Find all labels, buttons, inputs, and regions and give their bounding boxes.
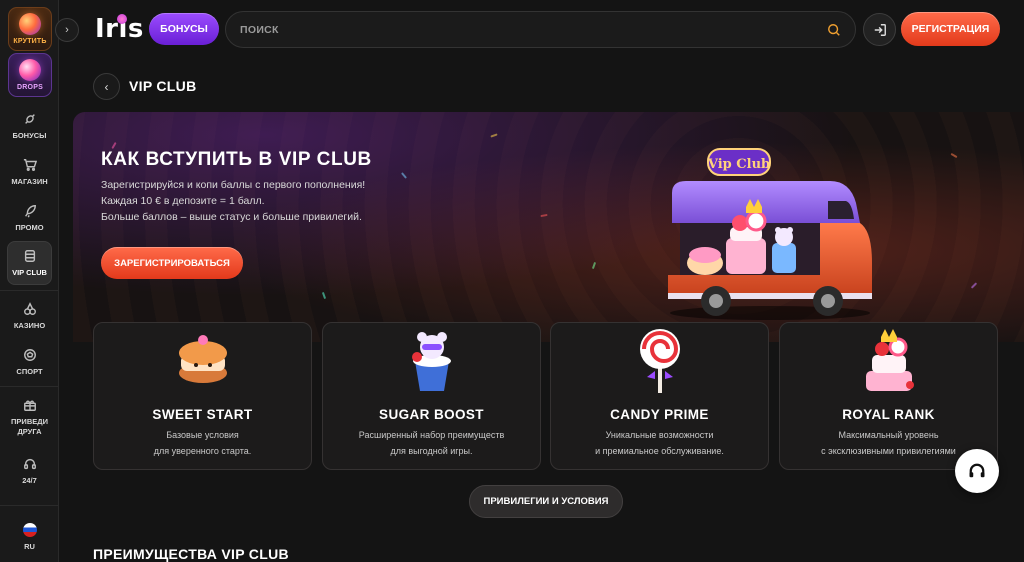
logo-candy-icon — [117, 14, 127, 24]
bonuses-button[interactable]: БОНУСЫ — [149, 13, 219, 45]
sprinkle-decoration — [111, 141, 117, 150]
hero-text-line: Зарегистрируйся и копи баллы с первого п… — [101, 179, 366, 191]
sidebar-item-invite-friend[interactable]: ПРИВЕДИ ДРУГА — [0, 393, 59, 441]
hero-banner — [73, 112, 1024, 342]
truck-sign-text: Vip Club — [707, 157, 770, 172]
tier-description: Уникальные возможности — [605, 430, 714, 440]
rocket-icon — [24, 204, 36, 217]
tier-name: CANDY PRIME — [610, 407, 709, 422]
sprinkle-decoration — [490, 133, 498, 138]
chevron-left-icon: ‹ — [104, 79, 109, 94]
sidebar-item-label: ПРОМО — [15, 222, 44, 232]
sidebar-item-label: VIP CLUB — [12, 267, 47, 277]
tier-card-royal-rank[interactable]: ROYAL RANK Максимальный уровень с эксклю… — [779, 322, 998, 470]
tier-name: ROYAL RANK — [842, 407, 935, 422]
hero-text-line: Каждая 10 € в депозите = 1 балл. — [101, 195, 265, 207]
logo[interactable]: Iris — [95, 14, 144, 44]
layers-icon — [24, 249, 35, 262]
tier-card-sugar-boost[interactable]: SUGAR BOOST Расширенный набор преимущест… — [322, 322, 541, 470]
page-title: VIP CLUB — [129, 78, 197, 94]
sidebar-item-bonuses[interactable]: БОНУСЫ — [0, 104, 59, 148]
macaron-icon — [178, 335, 227, 383]
tier-card-candy-prime[interactable]: CANDY PRIME Уникальные возможности и пре… — [550, 322, 769, 470]
ball-icon — [23, 348, 36, 361]
spin-label: КРУТИТЬ — [13, 38, 47, 45]
privileges-button[interactable]: ПРИВИЛЕГИИ И УСЛОВИЯ — [469, 485, 623, 518]
sidebar-divider — [0, 505, 59, 506]
sidebar-item-label: КАЗИНО — [13, 320, 46, 330]
search-input[interactable] — [240, 23, 827, 36]
tier-description: Максимальный уровень — [838, 430, 939, 440]
lollipop-icon — [639, 329, 680, 393]
sidebar: КРУТИТЬ DROPS БОНУСЫ МАГАЗИН ПРОМО VIP C… — [0, 0, 59, 562]
tier-description: для выгодной игры. — [390, 446, 473, 456]
sprinkle-decoration — [591, 261, 597, 270]
sidebar-item-shop[interactable]: МАГАЗИН — [0, 150, 59, 194]
hero-heading: КАК ВСТУПИТЬ В VIP CLUB — [101, 149, 372, 170]
sidebar-item-sport[interactable]: СПОРТ — [0, 340, 59, 384]
russia-flag-icon — [22, 522, 37, 537]
cart-icon — [23, 158, 37, 171]
royal-cake-icon — [865, 329, 914, 391]
sidebar-item-promo[interactable]: ПРОМО — [0, 196, 59, 240]
hero-register-button[interactable]: ЗАРЕГИСТРИРОВАТЬСЯ — [101, 247, 243, 279]
wheel-icon — [19, 13, 41, 35]
sidebar-item-label: СПОРТ — [16, 366, 43, 376]
register-button[interactable]: РЕГИСТРАЦИЯ — [901, 12, 1000, 46]
login-button[interactable] — [863, 13, 896, 46]
sidebar-item-casino[interactable]: КАЗИНО — [0, 294, 59, 338]
sprinkle-decoration — [321, 291, 327, 300]
sprinkle-decoration — [400, 172, 408, 179]
sidebar-item-vip-club[interactable]: VIP CLUB — [7, 241, 52, 285]
tier-name: SWEET START — [152, 407, 253, 422]
tier-description: Базовые условия — [166, 430, 239, 440]
headset-icon — [969, 463, 985, 478]
search-icon[interactable] — [827, 23, 841, 37]
candy-icon — [19, 59, 41, 81]
support-chat-button[interactable] — [955, 449, 999, 493]
sidebar-divider — [0, 290, 59, 291]
gift-icon — [23, 400, 36, 411]
sprinkle-decoration — [970, 282, 978, 289]
spin-tile[interactable]: КРУТИТЬ — [8, 7, 52, 51]
tier-card-sweet-start[interactable]: SWEET START Базовые условия для уверенно… — [93, 322, 312, 470]
chevron-right-icon: › — [65, 24, 69, 36]
sprinkle-decoration — [540, 213, 548, 218]
sidebar-item-label: БОНУСЫ — [12, 130, 47, 140]
bear-dessert-icon — [411, 332, 451, 391]
login-icon — [874, 23, 886, 36]
cherries-icon — [23, 301, 36, 315]
drops-tile[interactable]: DROPS — [8, 53, 52, 97]
candy-icon — [24, 113, 35, 124]
drops-label: DROPS — [17, 84, 43, 91]
back-button[interactable]: ‹ — [93, 73, 120, 100]
tier-name: SUGAR BOOST — [379, 407, 484, 422]
tier-description: для уверенного старта. — [153, 446, 252, 456]
language-switcher[interactable]: RU — [0, 515, 59, 559]
sidebar-item-support[interactable]: 24/7 — [0, 449, 59, 493]
sidebar-item-label: МАГАЗИН — [11, 176, 48, 186]
tier-description: Расширенный набор преимуществ — [358, 430, 505, 440]
tier-description: и премиальное обслуживание. — [595, 446, 724, 456]
headset-icon — [23, 458, 36, 469]
language-label: RU — [24, 541, 35, 551]
vip-truck-illustration: Vip Club — [668, 148, 872, 320]
sidebar-item-label: ПРИВЕДИ ДРУГА — [11, 416, 48, 436]
hero-text-line: Больше баллов – выше статус и больше при… — [101, 211, 362, 223]
section-title: ПРЕИМУЩЕСТВА VIP CLUB — [93, 546, 289, 562]
sidebar-item-label: 24/7 — [22, 475, 37, 485]
sprinkle-decoration — [950, 152, 958, 159]
sidebar-divider — [0, 386, 59, 387]
search-bar — [225, 11, 856, 48]
sidebar-toggle-button[interactable]: › — [55, 18, 79, 42]
